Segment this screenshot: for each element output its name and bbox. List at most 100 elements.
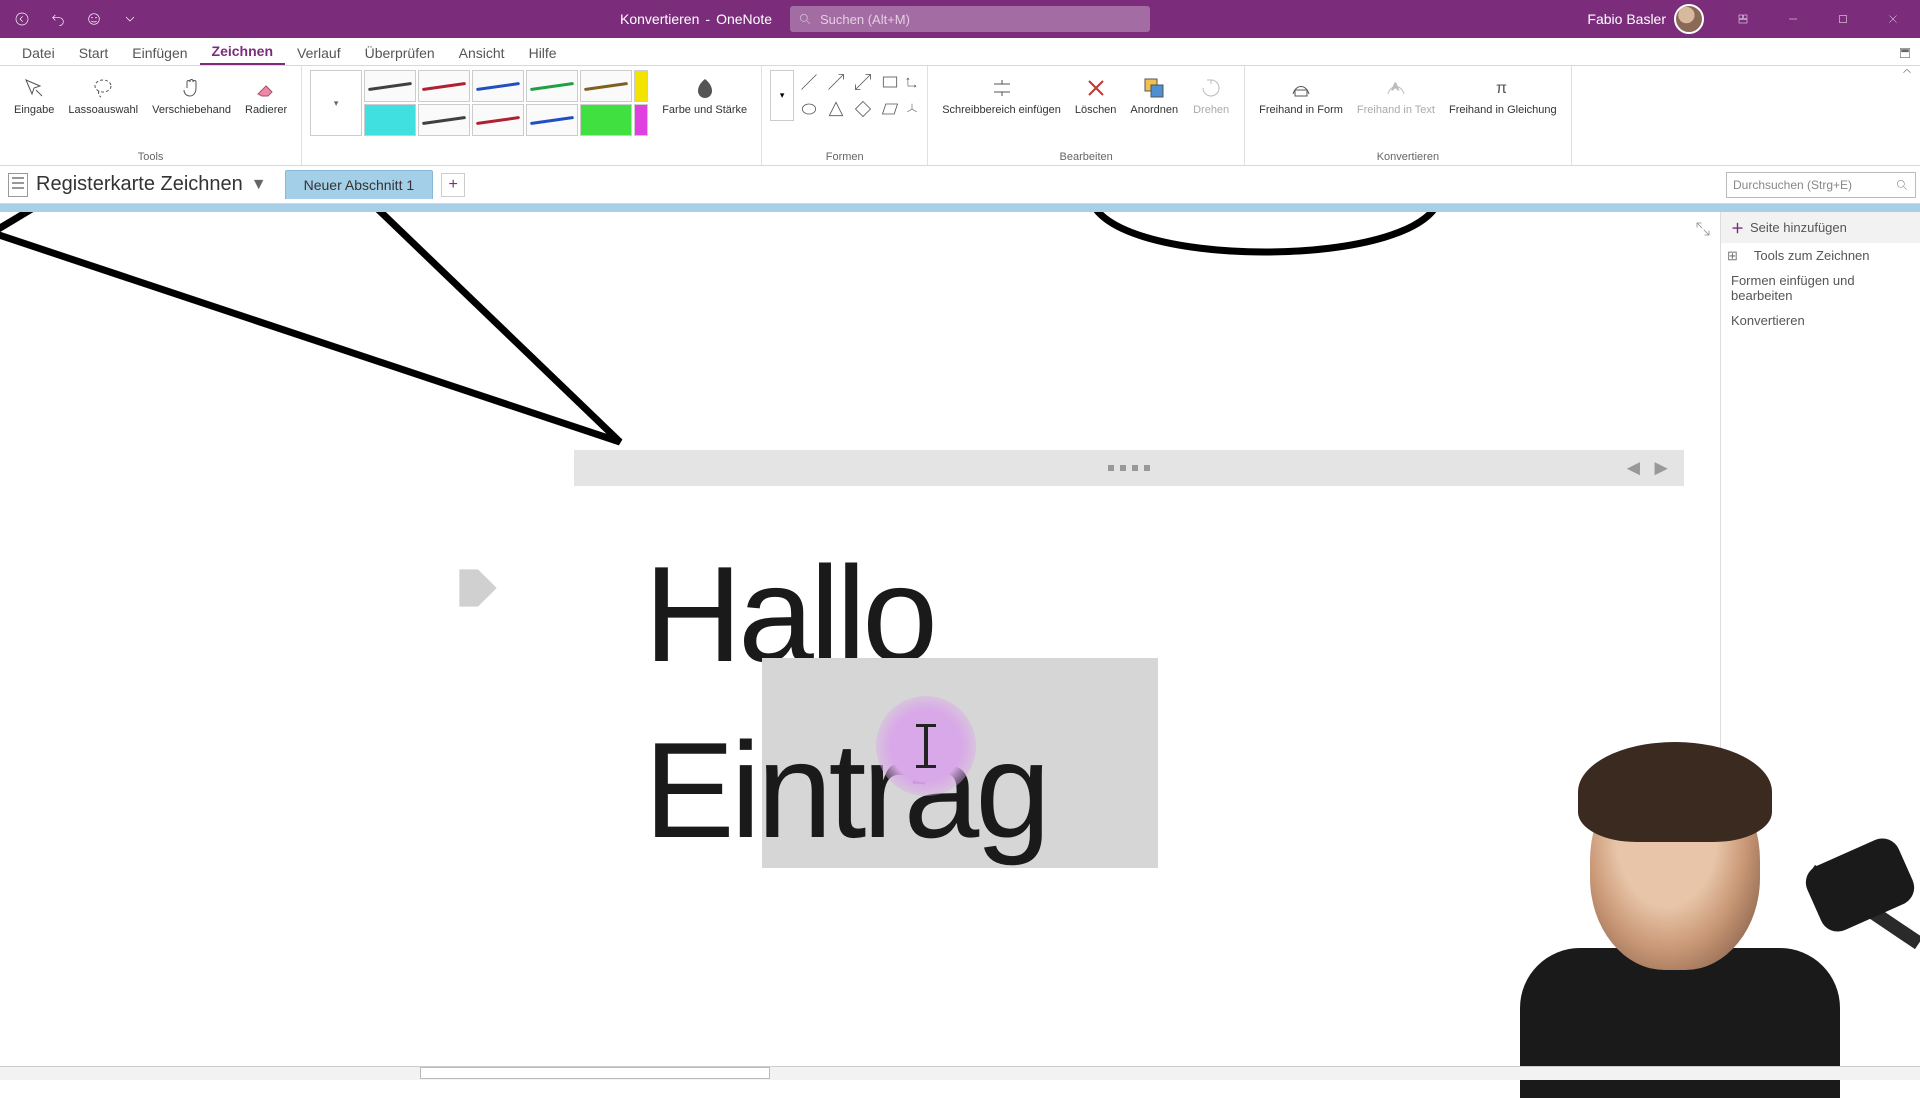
ribbon-group-konvertieren: Freihand in Form A Freihand in Text π Fr… [1245, 66, 1571, 165]
window-title: Konvertieren - OneNote [620, 0, 772, 38]
ribbon-group-formen: ▾ Formen [762, 66, 928, 165]
shapes-gallery[interactable]: ▾ [770, 70, 919, 121]
pen-9[interactable] [526, 104, 578, 136]
hl-yellow[interactable] [634, 70, 648, 102]
search-input[interactable]: Suchen (Alt+M) [790, 6, 1150, 32]
svg-text:π: π [1496, 80, 1507, 97]
pen-7[interactable] [418, 104, 470, 136]
add-page-button[interactable]: ＋ Seite hinzufügen [1721, 212, 1920, 243]
farbe-staerke-button[interactable]: Farbe und Stärke [656, 70, 753, 120]
expand-collapse-icon[interactable]: ⊞ [1721, 244, 1744, 268]
tab-hilfe[interactable]: Hilfe [517, 41, 569, 65]
pen-4[interactable] [526, 70, 578, 102]
freihand-gleichung-button[interactable]: π Freihand in Gleichung [1443, 70, 1563, 120]
hl-magenta[interactable] [634, 104, 648, 136]
page-item-2[interactable]: Konvertieren [1721, 308, 1920, 333]
tab-einfuegen[interactable]: Einfügen [120, 41, 199, 65]
hand-button[interactable]: Verschiebehand [146, 70, 237, 120]
ribbon-group-tools: Eingabe Lassoauswahl Verschiebehand Radi… [0, 66, 302, 165]
container-nav-next[interactable]: ► [1650, 455, 1672, 481]
loeschen-button[interactable]: Löschen [1069, 70, 1123, 120]
tab-ansicht[interactable]: Ansicht [447, 41, 517, 65]
user-name: Fabio Basler [1587, 11, 1666, 27]
title-bar: Konvertieren - OneNote Suchen (Alt+M) Fa… [0, 0, 1920, 38]
shape-diamond[interactable] [851, 97, 875, 121]
ibeam-cursor-icon [924, 724, 928, 768]
shape-darrow[interactable] [851, 70, 875, 94]
freihand-form-button[interactable]: Freihand in Form [1253, 70, 1349, 120]
status-bar [0, 1066, 1920, 1080]
search-icon [1895, 178, 1909, 192]
shape-arrow[interactable] [824, 70, 848, 94]
radierer-button[interactable]: Radierer [239, 70, 293, 120]
status-input[interactable] [420, 1067, 770, 1079]
back-icon[interactable] [8, 5, 36, 33]
collapse-ribbon-icon[interactable] [1898, 46, 1912, 65]
minimize-button[interactable] [1770, 0, 1816, 38]
outline-handle-icon[interactable] [450, 560, 506, 616]
notebook-icon[interactable] [8, 173, 28, 197]
shape-axes[interactable] [905, 70, 919, 94]
shape-tri[interactable] [824, 97, 848, 121]
menu-tabs: Datei Start Einfügen Zeichnen Verlauf Üb… [0, 38, 1920, 66]
page-item-1[interactable]: Formen einfügen und bearbeiten [1721, 268, 1920, 308]
ribbon-collapse-icon[interactable] [1900, 64, 1914, 83]
lasso-button[interactable]: Lassoauswahl [62, 70, 144, 120]
title-left: Konvertieren [620, 11, 699, 27]
section-color-strip [0, 204, 1920, 212]
avatar [1674, 4, 1704, 34]
notebook-title[interactable]: Registerkarte Zeichnen [36, 173, 243, 196]
pen-2[interactable] [418, 70, 470, 102]
webcam-overlay [1390, 700, 1920, 1080]
shape-3daxes[interactable] [905, 97, 919, 121]
touch-icon[interactable] [80, 5, 108, 33]
fullscreen-icon[interactable] [1694, 220, 1712, 238]
page-search-input[interactable]: Durchsuchen (Strg+E) [1726, 172, 1916, 198]
shapes-more-icon[interactable]: ▾ [770, 70, 794, 121]
cursor-highlight [876, 696, 976, 796]
section-tab[interactable]: Neuer Abschnitt 1 [285, 170, 434, 199]
shape-rect[interactable] [878, 70, 902, 94]
qat-more-icon[interactable] [116, 5, 144, 33]
add-section-button[interactable]: + [441, 173, 465, 197]
anordnen-button[interactable]: Anordnen [1124, 70, 1184, 120]
schreibbereich-button[interactable]: Schreibbereich einfügen [936, 70, 1067, 120]
container-nav-prev[interactable]: ◄ [1622, 455, 1644, 481]
eingabe-button[interactable]: Eingabe [8, 70, 60, 120]
search-icon [798, 12, 812, 26]
shape-parallelogram[interactable] [878, 97, 902, 121]
grip-icon [1108, 465, 1150, 471]
ribbon-group-pens: ▾ Farbe und Stärke [302, 66, 762, 165]
group-label-bearbeiten: Bearbeiten [1060, 151, 1113, 165]
pen-5[interactable] [580, 70, 632, 102]
shape-line[interactable] [797, 70, 821, 94]
ribbon-mode-icon[interactable] [1720, 0, 1766, 38]
search-placeholder: Suchen (Alt+M) [820, 12, 910, 27]
group-label-tools: Tools [138, 151, 164, 165]
container-grip-header[interactable]: ◄ ► [574, 450, 1684, 486]
tab-verlauf[interactable]: Verlauf [285, 41, 353, 65]
ribbon-group-bearbeiten: Schreibbereich einfügen Löschen Anordnen… [928, 66, 1245, 165]
tab-start[interactable]: Start [67, 41, 121, 65]
pen-more-icon[interactable]: ▾ [310, 70, 362, 136]
hl-cyan[interactable] [364, 104, 416, 136]
pen-3[interactable] [472, 70, 524, 102]
notebook-dropdown-icon[interactable]: ▼ [251, 176, 267, 194]
shape-ellipse[interactable] [797, 97, 821, 121]
title-right: OneNote [716, 11, 772, 27]
pen-1[interactable] [364, 70, 416, 102]
tab-datei[interactable]: Datei [10, 41, 67, 65]
tab-ueberpruefen[interactable]: Überprüfen [353, 41, 447, 65]
tab-zeichnen[interactable]: Zeichnen [200, 39, 285, 65]
hl-green[interactable] [580, 104, 632, 136]
ribbon: Eingabe Lassoauswahl Verschiebehand Radi… [0, 66, 1920, 166]
user-account[interactable]: Fabio Basler [1587, 4, 1704, 34]
group-label-konvertieren: Konvertieren [1377, 151, 1439, 165]
undo-icon[interactable] [44, 5, 72, 33]
pen-gallery[interactable]: ▾ [310, 70, 648, 136]
page-item-0[interactable]: Tools zum Zeichnen [1744, 243, 1920, 268]
pen-8[interactable] [472, 104, 524, 136]
plus-icon: ＋ [1731, 218, 1744, 237]
close-button[interactable] [1870, 0, 1916, 38]
maximize-button[interactable] [1820, 0, 1866, 38]
